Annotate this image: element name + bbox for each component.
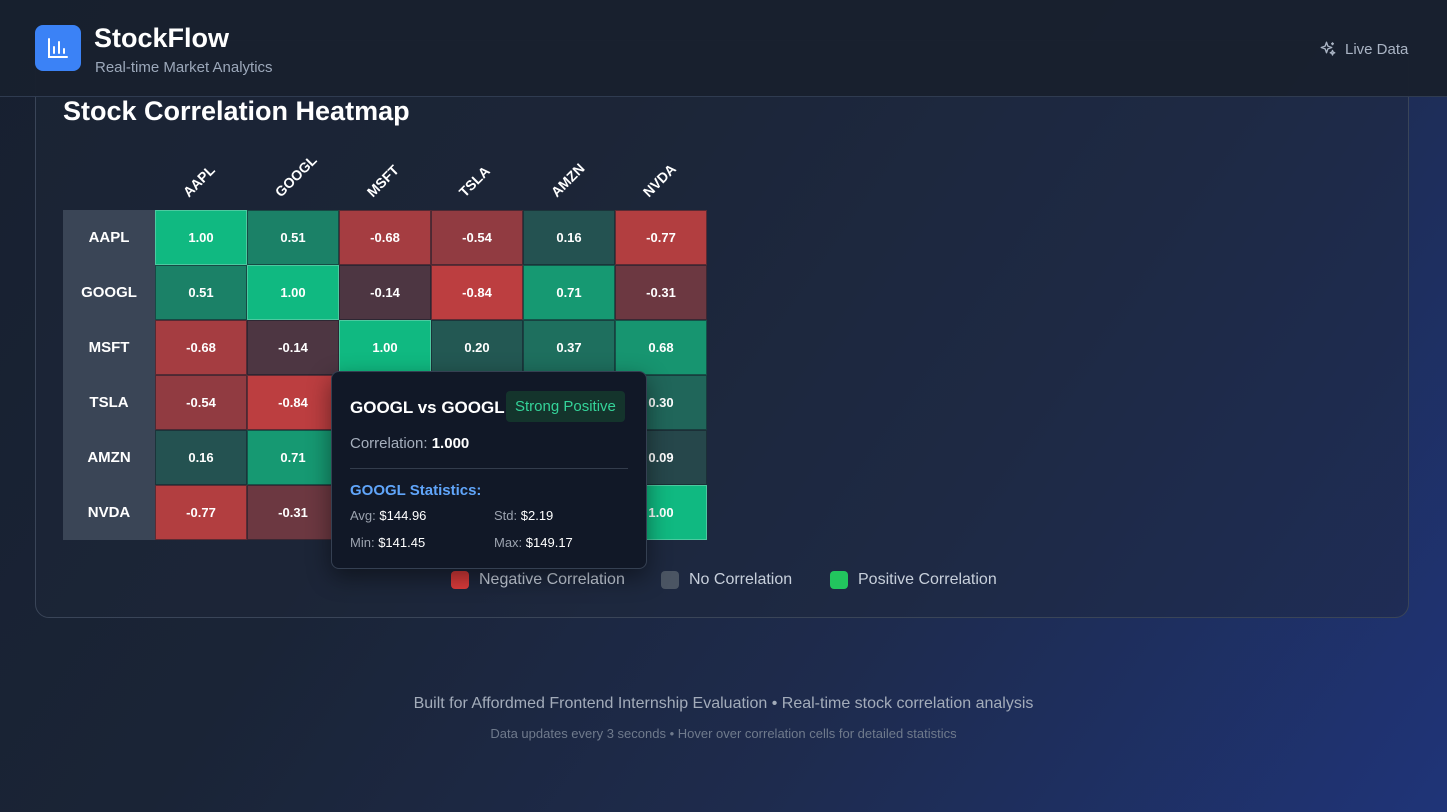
correlation-cell-googl-tsla[interactable]: -0.84	[431, 265, 523, 320]
legend-positive-label: Positive Correlation	[858, 571, 997, 588]
correlation-strength-badge: Strong Positive	[506, 391, 625, 422]
correlation-cell-aapl-aapl[interactable]: 1.00	[155, 210, 247, 265]
legend-positive: Positive Correlation	[830, 570, 997, 590]
tooltip-title: GOOGL vs GOOGL	[350, 398, 505, 417]
correlation-cell-nvda-googl[interactable]: -0.31	[247, 485, 339, 540]
correlation-cell-aapl-googl[interactable]: 0.51	[247, 210, 339, 265]
stat-max-value: $149.17	[525, 535, 573, 550]
stat-avg-value: $144.96	[379, 508, 427, 523]
logo[interactable]	[35, 25, 81, 71]
correlation-cell-aapl-tsla[interactable]: -0.54	[431, 210, 523, 265]
correlation-cell-msft-tsla[interactable]: 0.20	[431, 320, 523, 375]
stat-avg-label: Avg:	[350, 508, 376, 523]
correlation-cell-googl-msft[interactable]: -0.14	[339, 265, 431, 320]
stat-std-value: $2.19	[520, 508, 554, 523]
correlation-cell-msft-aapl[interactable]: -0.68	[155, 320, 247, 375]
footer-note: Data updates every 3 seconds • Hover ove…	[490, 726, 957, 741]
sparkles-icon	[1320, 41, 1336, 56]
correlation-cell-msft-msft[interactable]: 1.00	[339, 320, 431, 375]
live-data-label: Live Data	[1345, 40, 1409, 58]
footer-credit: Built for Affordmed Frontend Internship …	[413, 695, 1034, 712]
brand-subtitle: Real-time Market Analytics	[95, 59, 273, 76]
live-data-indicator: Live Data	[1319, 38, 1408, 60]
correlation-cell-googl-aapl[interactable]: 0.51	[155, 265, 247, 320]
tooltip-correlation: Correlation: 1.000	[350, 435, 469, 452]
stats-title: GOOGL Statistics:	[350, 482, 482, 499]
legend-none-label: No Correlation	[689, 571, 793, 588]
row-header-tsla: TSLA	[63, 375, 155, 430]
heatmap-title: Stock Correlation Heatmap	[63, 96, 410, 126]
correlation-label: Correlation:	[350, 435, 428, 452]
correlation-cell-aapl-amzn[interactable]: 0.16	[523, 210, 615, 265]
row-header-msft: MSFT	[63, 320, 155, 375]
legend-none-swatch	[661, 571, 679, 589]
correlation-cell-googl-googl[interactable]: 1.00	[247, 265, 339, 320]
correlation-value: 1.000	[431, 435, 470, 452]
correlation-cell-amzn-googl[interactable]: 0.71	[247, 430, 339, 485]
stat-min-value: $141.45	[378, 535, 426, 550]
correlation-cell-msft-amzn[interactable]: 0.37	[523, 320, 615, 375]
row-header-aapl: AAPL	[63, 210, 155, 265]
row-header-nvda: NVDA	[63, 485, 155, 540]
legend-negative: Negative Correlation	[451, 570, 625, 590]
correlation-cell-googl-amzn[interactable]: 0.71	[523, 265, 615, 320]
legend-negative-swatch	[451, 571, 469, 589]
stat-avg: Avg: $144.96	[350, 508, 426, 523]
stat-std-label: Std:	[494, 508, 518, 523]
stat-min-label: Min:	[350, 535, 375, 550]
stat-min: Min: $141.45	[350, 535, 425, 550]
tooltip-divider	[350, 468, 628, 469]
row-header-googl: GOOGL	[63, 265, 155, 320]
stat-max-label: Max:	[494, 535, 523, 550]
correlation-cell-amzn-aapl[interactable]: 0.16	[155, 430, 247, 485]
legend-negative-label: Negative Correlation	[479, 571, 625, 588]
stat-std: Std: $2.19	[494, 508, 553, 523]
correlation-tooltip: GOOGL vs GOOGL Strong Positive Correlati…	[331, 371, 647, 569]
brand-name: StockFlow	[94, 23, 230, 53]
row-header-amzn: AMZN	[63, 430, 155, 485]
correlation-cell-msft-nvda[interactable]: 0.68	[615, 320, 707, 375]
correlation-cell-nvda-aapl[interactable]: -0.77	[155, 485, 247, 540]
correlation-cell-googl-nvda[interactable]: -0.31	[615, 265, 707, 320]
top-bar: StockFlow Real-time Market Analytics Liv…	[0, 0, 1447, 97]
bar-chart-icon	[48, 38, 68, 58]
legend-none: No Correlation	[661, 570, 792, 590]
correlation-cell-tsla-aapl[interactable]: -0.54	[155, 375, 247, 430]
legend-positive-swatch	[830, 571, 848, 589]
correlation-cell-aapl-msft[interactable]: -0.68	[339, 210, 431, 265]
correlation-cell-tsla-googl[interactable]: -0.84	[247, 375, 339, 430]
correlation-cell-msft-googl[interactable]: -0.14	[247, 320, 339, 375]
correlation-cell-aapl-nvda[interactable]: -0.77	[615, 210, 707, 265]
stat-max: Max: $149.17	[494, 535, 573, 550]
